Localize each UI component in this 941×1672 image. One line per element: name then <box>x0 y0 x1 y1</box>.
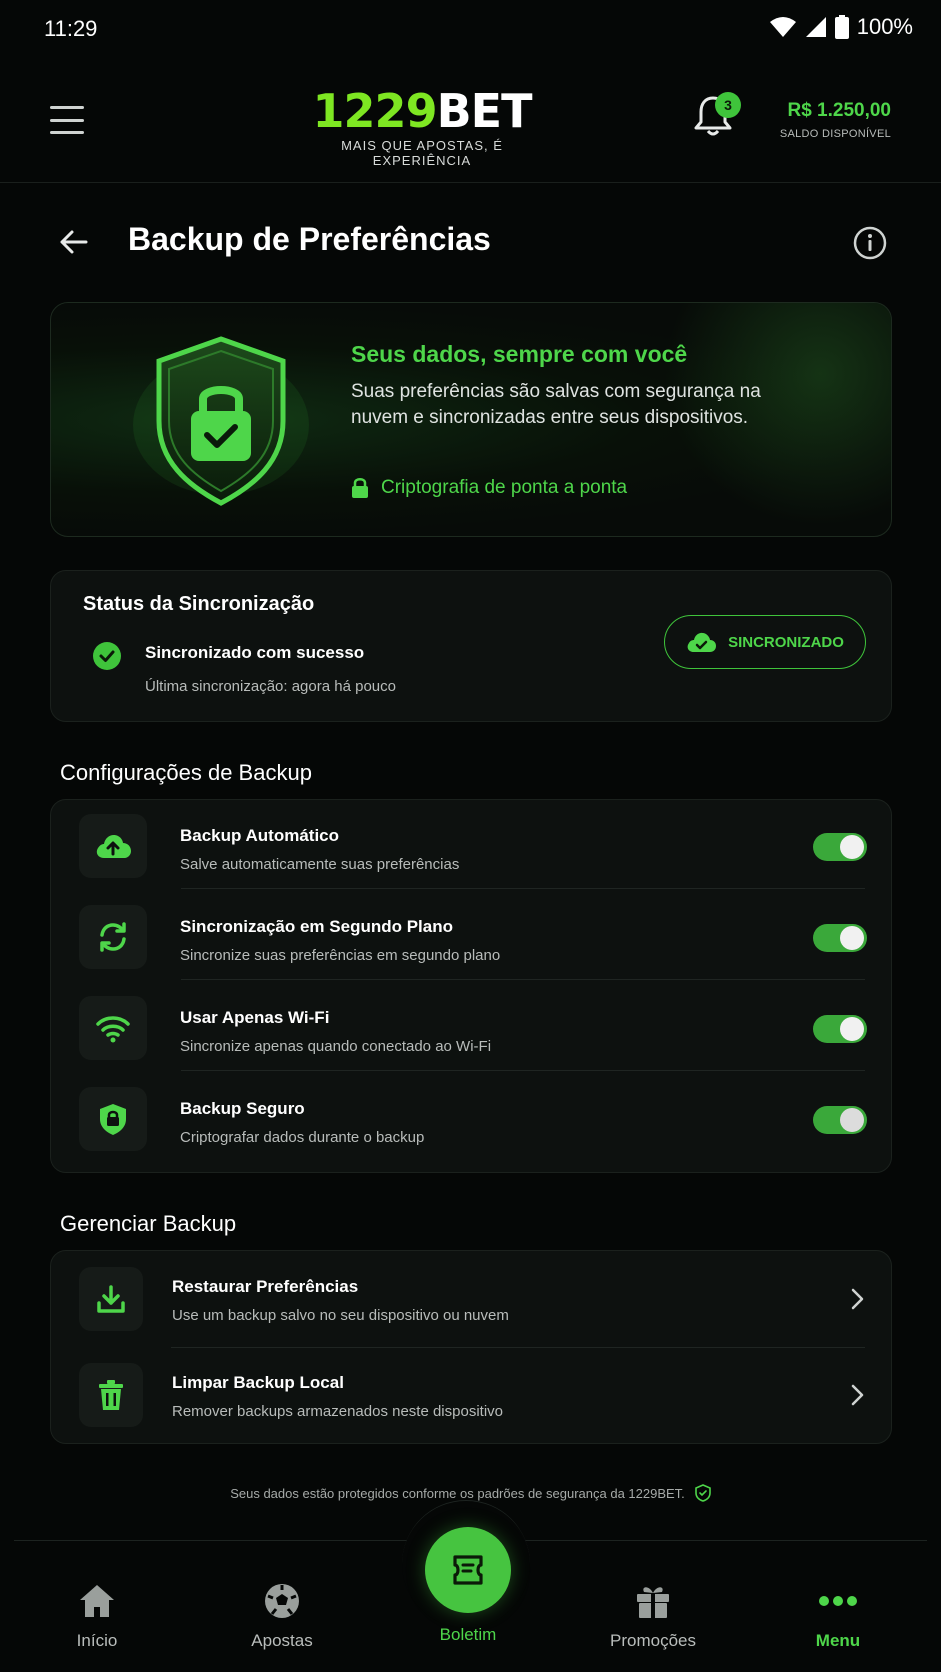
signal-icon <box>805 17 826 37</box>
manage-item-title: Restaurar Preferências <box>172 1277 359 1296</box>
battery-icon <box>834 15 849 39</box>
nav-item-menu[interactable]: Menu <box>758 1581 918 1651</box>
manage-backup-list: Restaurar Preferências Use um backup sal… <box>50 1250 892 1444</box>
balance-label: SALDO DISPONÍVEL <box>779 128 891 140</box>
nav-item-inicio[interactable]: Início <box>17 1581 177 1651</box>
cloud-check-icon <box>687 632 717 652</box>
status-bar: 11:29 100% <box>0 0 941 60</box>
manage-backup-heading: Gerenciar Backup <box>60 1211 237 1236</box>
sync-icon <box>100 922 126 952</box>
battery-level: 100% <box>856 14 913 39</box>
setting-subtitle: Criptografar dados durante o backup <box>180 1129 425 1146</box>
manage-item-subtitle: Remover backups armazenados neste dispos… <box>172 1403 504 1420</box>
synced-status-button[interactable]: SINCRONIZADO <box>664 615 866 669</box>
divider <box>181 979 865 980</box>
wifi-icon <box>96 1016 130 1043</box>
shield-lock-illustration-icon <box>133 336 309 506</box>
divider <box>181 888 865 889</box>
logo-brand: BET <box>436 84 533 138</box>
backup-settings-list: Backup Automático Salve automaticamente … <box>50 799 892 1173</box>
chevron-right-icon <box>851 1288 864 1310</box>
setting-subtitle: Sincronize apenas quando conectado ao Wi… <box>180 1038 492 1055</box>
setting-subtitle: Salve automaticamente suas preferências <box>180 856 460 873</box>
setting-subtitle: Sincronize suas preferências em segundo … <box>180 947 501 964</box>
chevron-right-icon <box>851 1384 864 1406</box>
sync-status-card: Status da Sincronização Sincronizado com… <box>50 570 892 722</box>
hero-description: Suas preferências são salvas com seguran… <box>351 381 761 428</box>
footer-note-text: Seus dados estão protegidos conforme os … <box>230 1485 685 1501</box>
trash-icon <box>99 1380 123 1410</box>
setting-row-secure-backup: Backup Seguro Criptografar dados durante… <box>79 1073 867 1164</box>
hero-title: Seus dados, sempre com você <box>351 341 688 367</box>
info-icon[interactable] <box>853 226 887 260</box>
nav-item-promocoes[interactable]: Promoções <box>573 1581 733 1651</box>
menu-hamburger-icon[interactable] <box>50 106 84 134</box>
backup-settings-heading: Configurações de Backup <box>60 760 312 785</box>
setting-title: Sincronização em Segundo Plano <box>180 917 453 936</box>
page-title: Backup de Preferências <box>128 221 491 257</box>
nav-label-boletim: Boletim <box>439 1625 497 1644</box>
lock-icon <box>352 478 368 498</box>
secure-backup-toggle[interactable] <box>813 1106 867 1134</box>
setting-title: Usar Apenas Wi-Fi <box>180 1008 330 1027</box>
hero-card: Seus dados, sempre com você Suas preferê… <box>50 302 892 537</box>
setting-title: Backup Automático <box>180 826 340 845</box>
nav-label: Promoções <box>610 1631 696 1650</box>
manage-item-subtitle: Use um backup salvo no seu dispositivo o… <box>172 1307 509 1324</box>
balance-amount: R$ 1.250,00 <box>787 100 891 121</box>
ticket-icon <box>453 1555 483 1585</box>
logo-number: 1229 <box>312 84 438 138</box>
soccer-ball-icon <box>265 1584 299 1618</box>
nav-item-apostas[interactable]: Apostas <box>202 1581 362 1651</box>
download-icon <box>97 1285 125 1313</box>
restore-preferences-item[interactable]: Restaurar Preferências Use um backup sal… <box>79 1251 865 1347</box>
clear-local-backup-item[interactable]: Limpar Backup Local Remover backups arma… <box>79 1347 865 1443</box>
setting-row-wifi-only: Usar Apenas Wi-Fi Sincronize apenas quan… <box>79 982 867 1073</box>
nav-label: Apostas <box>251 1631 313 1650</box>
sync-message: Sincronizado com sucesso <box>145 643 365 662</box>
app-header: 1229BET MAIS QUE APOSTAS, É EXPERIÊNCIA … <box>0 60 941 183</box>
encryption-text: Criptografia de ponta a ponta <box>381 477 628 498</box>
home-icon <box>80 1585 114 1617</box>
wifi-only-toggle[interactable] <box>813 1015 867 1043</box>
back-arrow-icon[interactable] <box>58 226 90 258</box>
check-circle-icon <box>93 642 121 670</box>
synced-status-label: SINCRONIZADO <box>728 633 844 651</box>
cloud-upload-icon <box>96 834 131 858</box>
shield-lock-icon <box>100 1104 126 1135</box>
shield-check-icon <box>694 1484 711 1502</box>
brand-logo[interactable]: 1229BET MAIS QUE APOSTAS, É EXPERIÊNCIA <box>292 86 552 168</box>
divider <box>181 1070 865 1071</box>
sync-status-title: Status da Sincronização <box>83 593 315 615</box>
balance-display[interactable]: R$ 1.250,00 SALDO DISPONÍVEL <box>780 100 891 140</box>
manage-item-title: Limpar Backup Local <box>172 1373 344 1392</box>
background-sync-toggle[interactable] <box>813 924 867 952</box>
last-sync-text: Última sincronização: agora há pouco <box>145 678 396 695</box>
nav-label: Menu <box>815 1631 861 1650</box>
status-time: 11:29 <box>44 16 98 41</box>
status-indicators: 100% <box>769 14 913 40</box>
setting-title: Backup Seguro <box>180 1099 305 1118</box>
more-icon <box>819 1596 857 1606</box>
encryption-label: Criptografia de ponta a ponta <box>351 477 627 499</box>
nav-item-boletim[interactable] <box>425 1527 511 1613</box>
auto-backup-toggle[interactable] <box>813 833 867 861</box>
wifi-status-icon <box>769 17 796 37</box>
logo-tagline: MAIS QUE APOSTAS, É EXPERIÊNCIA <box>341 138 503 168</box>
setting-row-auto-backup: Backup Automático Salve automaticamente … <box>79 800 867 891</box>
notification-badge: 3 <box>715 92 741 118</box>
gift-icon <box>637 1587 669 1618</box>
nav-label: Início <box>76 1631 118 1650</box>
setting-row-background-sync: Sincronização em Segundo Plano Sincroniz… <box>79 891 867 982</box>
